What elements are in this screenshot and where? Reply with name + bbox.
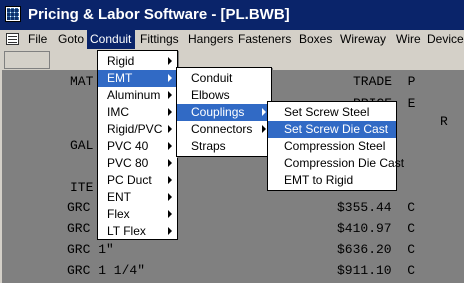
submenu-arrow-icon [168, 210, 172, 218]
doc-text: R [440, 114, 448, 129]
doc-price: $410.97 C [337, 221, 416, 236]
title-bar: Pricing & Labor Software - [PL.BWB] [0, 0, 464, 30]
doc-text: MAT [70, 74, 94, 89]
doc-text: GRC [67, 221, 91, 236]
submenu-arrow-icon [262, 125, 266, 133]
menu-item-couplings[interactable]: Couplings [177, 104, 271, 121]
doc-text: GAL [70, 138, 94, 153]
menu-conduit[interactable]: Conduit [87, 30, 136, 49]
menu-item-emt-to-rigid[interactable]: EMT to Rigid [268, 172, 396, 189]
menu-item-elbows[interactable]: Elbows [177, 87, 271, 104]
menu-item-pc-duct[interactable]: PC Duct [98, 172, 177, 189]
submenu-arrow-icon [168, 227, 172, 235]
menu-item-pvc-40[interactable]: PVC 40 [98, 138, 177, 155]
menu-item-set-screw-steel[interactable]: Set Screw Steel [268, 104, 396, 121]
menu-item-lt-flex[interactable]: LT Flex [98, 223, 177, 240]
app-window: Pricing & Labor Software - [PL.BWB] File… [0, 0, 464, 283]
menu-hangers[interactable]: Hangers [188, 30, 233, 49]
submenu-arrow-icon [168, 176, 172, 184]
menu-item-aluminum[interactable]: Aluminum [98, 87, 177, 104]
doc-price: $355.44 C [337, 200, 416, 215]
cell-reference-box[interactable] [4, 51, 50, 69]
emt-submenu: Conduit Elbows Couplings Connectors Stra… [176, 67, 272, 157]
menu-item-compression-steel[interactable]: Compression Steel [268, 138, 396, 155]
submenu-arrow-icon [168, 57, 172, 65]
submenu-arrow-icon [168, 142, 172, 150]
menu-item-compression-die-cast[interactable]: Compression Die Cast [268, 155, 404, 172]
conduit-menu: Rigid EMT Aluminum IMC Rigid/PVC PVC 40 … [97, 50, 178, 240]
menu-item-pvc-80[interactable]: PVC 80 [98, 155, 177, 172]
doc-text: GRC [67, 200, 91, 215]
couplings-submenu: Set Screw Steel Set Screw Die Cast Compr… [267, 101, 404, 191]
submenu-arrow-icon [168, 159, 172, 167]
submenu-arrow-icon [168, 108, 172, 116]
menu-fasteners[interactable]: Fasteners [238, 30, 291, 49]
menu-boxes[interactable]: Boxes [299, 30, 332, 49]
menu-goto[interactable]: Goto [58, 30, 84, 49]
menu-devices[interactable]: Devices [427, 30, 464, 49]
menu-fittings[interactable]: Fittings [140, 30, 179, 49]
menu-item-ent[interactable]: ENT [98, 189, 177, 206]
submenu-arrow-icon [262, 108, 266, 116]
menu-file[interactable]: File [28, 30, 47, 49]
doc-text: GRC 1" [67, 242, 114, 257]
menu-item-rigid[interactable]: Rigid [98, 53, 177, 70]
menu-item-flex[interactable]: Flex [98, 206, 177, 223]
menu-item-rigid-pvc[interactable]: Rigid/PVC [98, 121, 177, 138]
menu-item-imc[interactable]: IMC [98, 104, 177, 121]
menu-item-emt[interactable]: EMT [98, 70, 177, 87]
submenu-arrow-icon [168, 125, 172, 133]
doc-price: $911.10 C [337, 263, 416, 278]
menu-wireway[interactable]: Wireway [340, 30, 386, 49]
window-title: Pricing & Labor Software - [PL.BWB] [28, 6, 290, 23]
menu-bar: File Goto Conduit Fittings Hangers Faste… [0, 30, 464, 49]
doc-price: $636.20 C [337, 242, 416, 257]
submenu-arrow-icon [168, 91, 172, 99]
menu-item-conduit[interactable]: Conduit [177, 70, 271, 87]
submenu-arrow-icon [168, 74, 172, 82]
document-control-icon[interactable] [6, 33, 19, 45]
menu-item-straps[interactable]: Straps [177, 138, 271, 155]
doc-text: TRADE P [353, 74, 416, 89]
menu-item-connectors[interactable]: Connectors [177, 121, 271, 138]
doc-text: GRC 1 1/4" [67, 263, 146, 278]
spreadsheet-app-icon[interactable] [5, 6, 21, 22]
menu-wire[interactable]: Wire [396, 30, 421, 49]
doc-text: ITE [70, 180, 94, 195]
submenu-arrow-icon [168, 193, 172, 201]
menu-item-set-screw-die-cast[interactable]: Set Screw Die Cast [268, 121, 396, 138]
